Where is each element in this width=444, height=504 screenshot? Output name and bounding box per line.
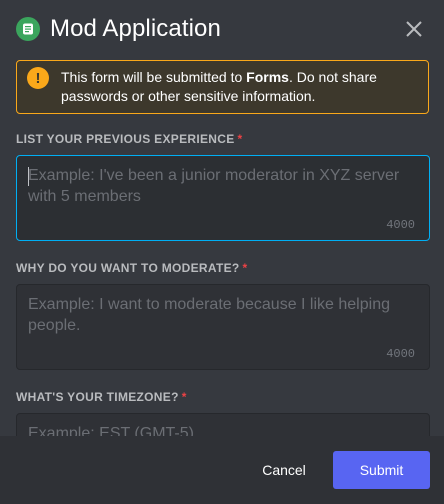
submit-button[interactable]: Submit [333, 451, 430, 489]
reason-input[interactable] [17, 285, 429, 369]
modal-footer: Cancel Submit [0, 436, 444, 504]
experience-field[interactable]: 4000 [16, 155, 430, 241]
text-caret [28, 167, 29, 186]
field-label-timezone: WHAT'S YOUR TIMEZONE? * [16, 390, 187, 404]
field-label-text: WHAT'S YOUR TIMEZONE? [16, 390, 179, 404]
field-label-text: LIST YOUR PREVIOUS EXPERIENCE [16, 132, 235, 146]
app-icon [16, 17, 40, 41]
field-label-reason: WHY DO YOU WANT TO MODERATE? * [16, 261, 248, 275]
modal-header: Mod Application [0, 0, 444, 58]
required-marker: * [181, 390, 187, 404]
required-marker: * [242, 261, 248, 275]
experience-input[interactable] [17, 156, 429, 240]
reason-field[interactable]: 4000 [16, 284, 430, 370]
field-label-experience: LIST YOUR PREVIOUS EXPERIENCE * [16, 132, 243, 146]
field-label-text: WHY DO YOU WANT TO MODERATE? [16, 261, 240, 275]
exclamation-icon: ! [27, 67, 49, 89]
close-icon[interactable] [402, 17, 426, 41]
modal-title: Mod Application [50, 15, 221, 42]
warning-banner: ! This form will be submitted to Forms. … [16, 60, 429, 114]
warning-text-before: This form will be submitted to [61, 69, 247, 85]
cancel-button[interactable]: Cancel [250, 454, 318, 486]
character-counter: 4000 [386, 218, 415, 232]
warning-text: This form will be submitted to Forms. Do… [61, 68, 416, 106]
character-counter: 4000 [386, 347, 415, 361]
warning-text-bold: Forms [246, 69, 289, 85]
required-marker: * [237, 132, 243, 146]
